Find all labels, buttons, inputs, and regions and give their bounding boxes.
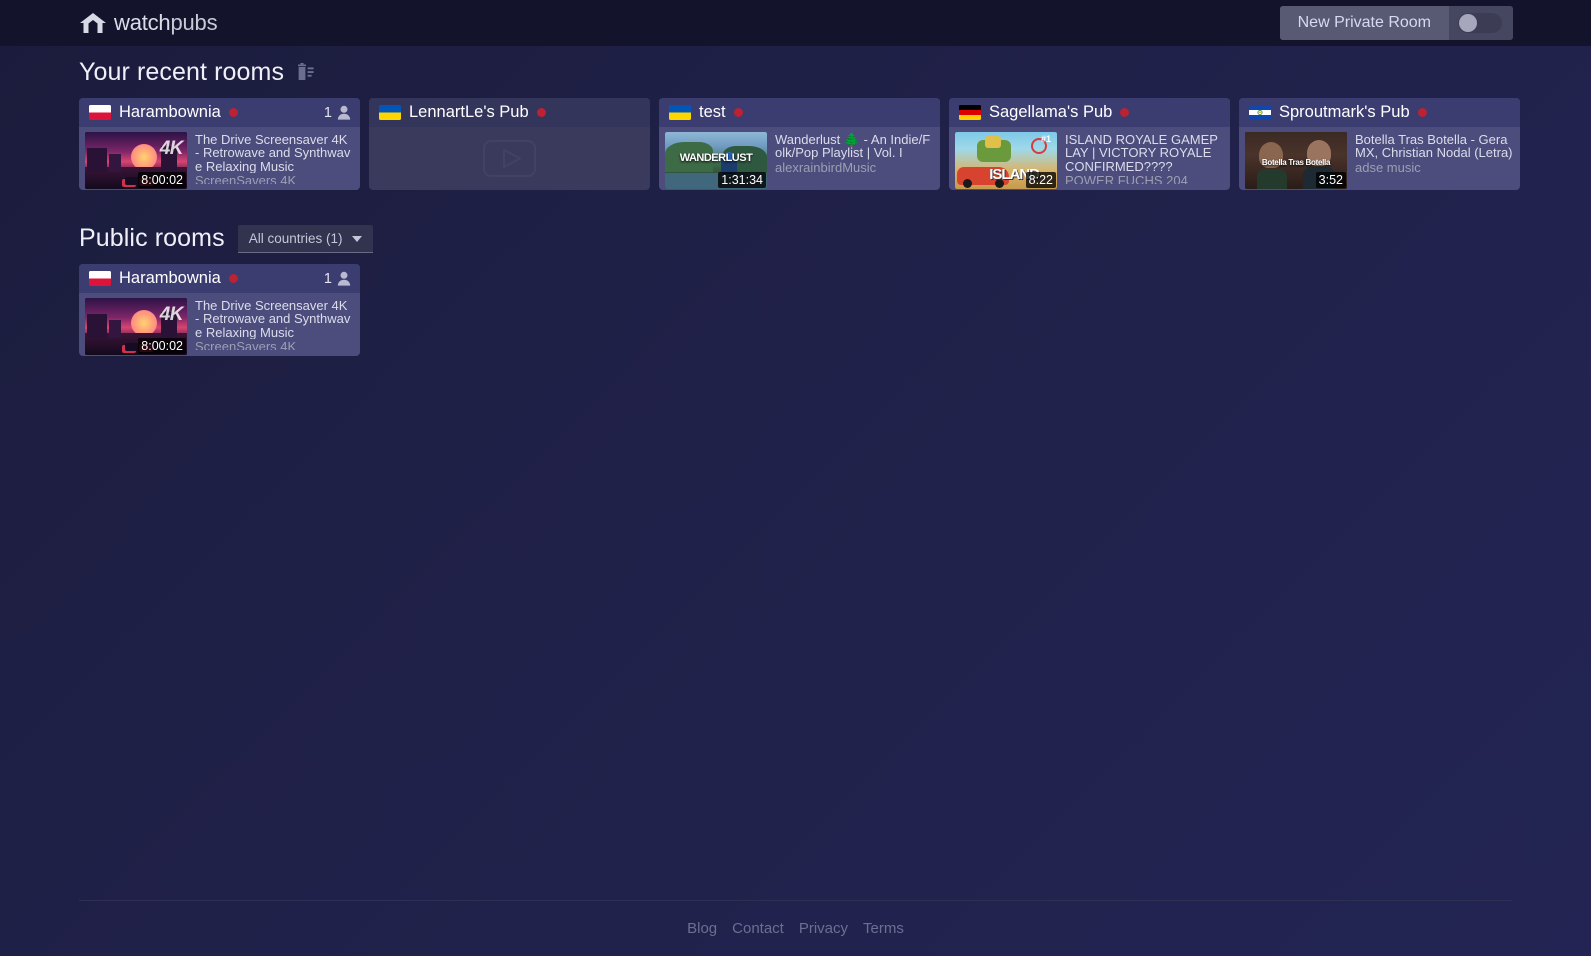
play-icon (483, 140, 536, 177)
room-card-header: Harambownia 1 (79, 98, 360, 127)
toggle-knob (1459, 14, 1477, 32)
video-thumbnail: 4K 8:00:02 (85, 298, 187, 355)
new-private-room-button[interactable]: New Private Room (1279, 6, 1449, 40)
video-meta: The Drive Screensaver 4K - Retrowave and… (195, 298, 354, 350)
room-card-body: #1 ISLAND 8:22 ISLAND ROYALE GAMEPLAY | VIC… (949, 127, 1230, 190)
video-channel: ScreenSavers 4K (195, 173, 297, 184)
elsalvador-flag-icon (1249, 105, 1271, 120)
recent-rooms-list: Harambownia 1 4K 8:00:02 The Drive Screensav… (79, 98, 1591, 190)
room-card[interactable]: Sagellama's Pub #1 ISLAND 8:22 ISLAND ROYALE… (949, 98, 1230, 190)
country-filter-select[interactable]: All countries (1) (237, 225, 373, 253)
video-channel: adse music (1355, 159, 1421, 175)
video-thumbnail: Botella Tras Botella 3:52 (1245, 132, 1347, 189)
room-card-header: test (659, 98, 940, 127)
live-status-dot (733, 108, 743, 117)
room-card-header: Sproutmark's Pub (1239, 98, 1520, 127)
live-status-dot (1417, 108, 1427, 117)
country-filter-label: All countries (1) (248, 231, 343, 246)
recent-rooms-title: Your recent rooms (79, 57, 285, 86)
video-channel: POWER FUCHS 204 (1065, 173, 1188, 184)
video-thumbnail: #1 ISLAND 8:22 (955, 132, 1057, 189)
room-card-body: Botella Tras Botella 3:52 Botella Tras Bot… (1239, 127, 1520, 190)
video-title: ISLAND ROYALE GAMEPLAY | VICTORY ROYALE … (1065, 133, 1218, 174)
brand-text: watchpubs (114, 10, 218, 36)
brand-primary: watch (114, 10, 171, 35)
brand-secondary: pubs (170, 10, 218, 35)
video-title: Wanderlust 🌲 - An Indie/Folk/Pop Playlis… (775, 133, 931, 160)
user-count-value: 1 (323, 270, 332, 287)
user-count: 1 (324, 271, 351, 287)
room-card-body: 4K 8:00:02 The Drive Screensaver 4K - Retr… (79, 127, 360, 190)
footer-link-privacy[interactable]: Privacy (796, 920, 851, 937)
room-name: Sagellama's Pub (989, 103, 1113, 121)
footer-link-terms[interactable]: Terms (860, 920, 907, 937)
user-count: 1 (324, 105, 351, 121)
public-rooms-list: Harambownia 1 4K 8:00:02 The Drive Screensav… (79, 264, 1591, 356)
room-name: test (699, 103, 726, 121)
person-icon (337, 105, 351, 120)
room-card[interactable]: Sproutmark's Pub Botella Tras Botella 3:52… (1239, 98, 1520, 190)
video-thumbnail: 4K 8:00:02 (85, 132, 187, 189)
trash-list-icon[interactable] (297, 63, 314, 81)
top-bar: watchpubs New Private Room (0, 0, 1591, 46)
live-status-dot (536, 108, 546, 117)
room-name: Harambownia (119, 269, 221, 287)
ukraine-flag-icon (379, 105, 401, 120)
room-name: Sproutmark's Pub (1279, 103, 1410, 121)
user-count-value: 1 (323, 104, 332, 121)
room-card-body: 4K 8:00:02 The Drive Screensaver 4K - Retr… (79, 293, 360, 356)
recent-rooms-header: Your recent rooms (79, 46, 1591, 98)
video-thumbnail: WANDERLUST 1:31:34 (665, 132, 767, 189)
room-card-header: Sagellama's Pub (949, 98, 1230, 127)
video-title: The Drive Screensaver 4K - Retrowave and… (195, 299, 351, 340)
video-title: Botella Tras Botella - Gera MX, Christia… (1355, 133, 1513, 160)
footer-link-blog[interactable]: Blog (684, 920, 720, 937)
poland-flag-icon (89, 271, 111, 286)
empty-video-placeholder (369, 127, 650, 190)
public-rooms-section: Public rooms All countries (1) Harambown… (0, 212, 1591, 356)
video-title: The Drive Screensaver 4K - Retrowave and… (195, 133, 351, 174)
room-name: Harambownia (119, 103, 221, 121)
live-status-dot (228, 274, 238, 283)
room-name: LennartLe's Pub (409, 103, 529, 121)
video-duration: 8:00:02 (138, 338, 186, 354)
video-meta: Wanderlust 🌲 - An Indie/Folk/Pop Playlis… (775, 132, 934, 184)
toggle-track (1458, 13, 1502, 33)
public-rooms-title: Public rooms (79, 223, 225, 252)
room-card[interactable]: LennartLe's Pub (369, 98, 650, 190)
video-meta: ISLAND ROYALE GAMEPLAY | VICTORY ROYALE … (1065, 132, 1224, 184)
room-card-header: LennartLe's Pub (369, 98, 650, 127)
video-duration: 8:22 (1025, 172, 1056, 188)
video-channel: alexrainbirdMusic (775, 159, 877, 175)
video-duration: 3:52 (1315, 172, 1346, 188)
room-card[interactable]: test WANDERLUST 1:31:34 Wanderlust 🌲 - An I… (659, 98, 940, 190)
home-logo-icon (79, 11, 107, 35)
room-card-body: WANDERLUST 1:31:34 Wanderlust 🌲 - An Indie… (659, 127, 940, 190)
recent-rooms-section: Your recent rooms Harambownia 1 4K 8:00:02 T… (0, 46, 1591, 190)
footer: Blog Contact Privacy Terms (79, 900, 1512, 956)
video-meta: Botella Tras Botella - Gera MX, Christia… (1355, 132, 1514, 184)
video-duration: 1:31:34 (718, 172, 766, 188)
brand-logo[interactable]: watchpubs (79, 10, 218, 36)
poland-flag-icon (89, 105, 111, 120)
person-icon (337, 271, 351, 286)
room-card-header: Harambownia 1 (79, 264, 360, 293)
video-channel: ScreenSavers 4K (195, 339, 297, 350)
chevron-down-icon (351, 235, 362, 242)
private-room-toggle[interactable] (1449, 6, 1513, 40)
ukraine-flag-icon (669, 105, 691, 120)
public-rooms-header: Public rooms All countries (1) (79, 212, 1591, 264)
footer-link-contact[interactable]: Contact (729, 920, 787, 937)
germany-flag-icon (959, 105, 981, 120)
live-status-dot (228, 108, 238, 117)
video-meta: The Drive Screensaver 4K - Retrowave and… (195, 132, 354, 184)
room-card[interactable]: Harambownia 1 4K 8:00:02 The Drive Screensav… (79, 264, 360, 356)
new-private-room-control: New Private Room (1279, 6, 1513, 40)
live-status-dot (1120, 108, 1130, 117)
video-duration: 8:00:02 (138, 172, 186, 188)
room-card[interactable]: Harambownia 1 4K 8:00:02 The Drive Screensav… (79, 98, 360, 190)
